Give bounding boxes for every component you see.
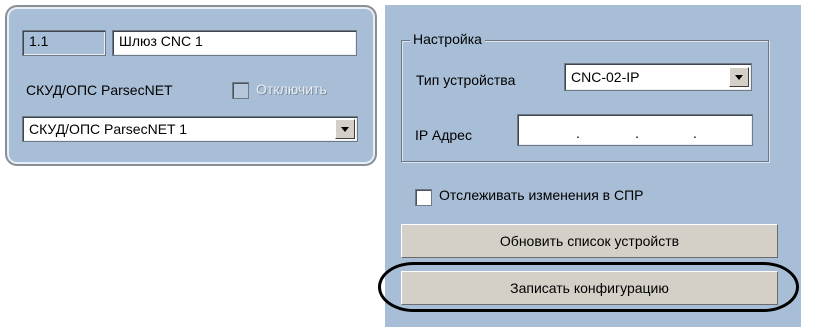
object-name-field[interactable]: Шлюз CNC 1 — [112, 30, 357, 56]
ip-dot: . — [693, 125, 697, 141]
ip-address-label: IP Адрес — [415, 127, 472, 143]
disable-checkbox[interactable] — [232, 82, 249, 99]
track-changes-label[interactable]: Отслеживать изменения в СПР — [439, 187, 644, 203]
parent-object-select-value: СКУД/ОПС ParsecNET 1 — [29, 121, 188, 137]
chevron-down-icon[interactable] — [335, 119, 355, 139]
track-changes-checkbox[interactable] — [415, 189, 432, 206]
ip-dot: . — [576, 125, 580, 141]
device-type-select[interactable]: CNC-02-IP — [564, 63, 752, 91]
ip-dot: . — [635, 125, 639, 141]
parent-object-select[interactable]: СКУД/ОПС ParsecNET 1 — [22, 116, 358, 142]
chevron-down-icon[interactable] — [729, 67, 749, 87]
refresh-devices-button[interactable]: Обновить список устройств — [401, 224, 778, 258]
parent-object-label: СКУД/ОПС ParsecNET — [26, 82, 173, 98]
write-config-button[interactable]: Записать конфигурацию — [401, 271, 778, 305]
disable-label: Отключить — [256, 81, 327, 97]
device-type-value: CNC-02-IP — [571, 69, 640, 85]
device-type-label: Тип устройства — [416, 72, 516, 88]
canvas: 1.1 Шлюз CNC 1 СКУД/ОПС ParsecNET Отключ… — [0, 0, 828, 331]
ip-address-field[interactable]: . . . — [517, 114, 753, 146]
settings-legend: Настройка — [410, 31, 485, 47]
object-id-field[interactable]: 1.1 — [22, 30, 106, 56]
